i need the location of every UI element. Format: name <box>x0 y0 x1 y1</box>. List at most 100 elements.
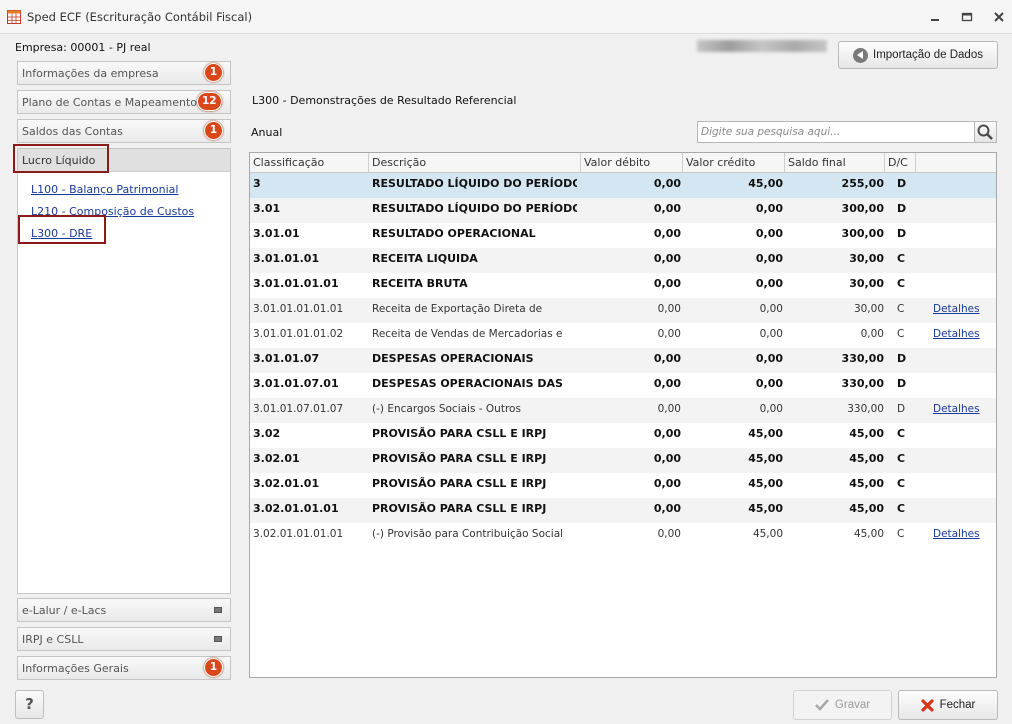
cell-classification: 3.01.01.01.01 <box>253 277 339 290</box>
cell-final-balance: 45,00 <box>849 477 884 490</box>
cell-classification: 3.02 <box>253 427 281 440</box>
cell-classification: 3.01.01.07.01.07 <box>253 403 344 415</box>
column-header-final-balance[interactable]: Saldo final <box>785 153 885 173</box>
cell-description: DESPESAS OPERACIONAIS <box>372 352 534 365</box>
cell-dc: C <box>897 252 906 265</box>
notification-badge: 12 <box>197 92 222 111</box>
cell-classification: 3.01.01.01 <box>253 252 320 265</box>
cell-credit: 45,00 <box>752 528 783 540</box>
table-row[interactable]: 3.02.01 PROVISÃO PARA CSLL E IRPJ 0,00 45,0… <box>250 448 996 473</box>
cell-debit: 0,00 <box>653 452 681 465</box>
link-l100[interactable]: L100 - Balanço Patrimonial <box>31 183 178 196</box>
details-link <box>933 473 993 498</box>
cell-dc: C <box>897 477 906 490</box>
cell-classification: 3.02.01 <box>253 452 300 465</box>
table-row[interactable]: 3.01.01.07.01.07 (-) Encargos Sociais - O… <box>250 398 996 423</box>
cell-credit: 0,00 <box>755 277 783 290</box>
nav-chart-of-accounts[interactable]: Plano de Contas e Mapeamento 12 <box>17 90 231 114</box>
nav-irpj-csll[interactable]: IRPJ e CSLL <box>17 627 231 651</box>
table-row[interactable]: 3.01.01.01.01.01 Receita de Exportação Di… <box>250 298 996 323</box>
column-header-description[interactable]: Descrição <box>369 153 581 173</box>
details-link <box>933 448 993 473</box>
details-link[interactable]: Detalhes <box>933 323 993 348</box>
table-row[interactable]: 3.01.01.01 RECEITA LIQUIDA 0,00 0,00 30,00 C <box>250 248 996 273</box>
notification-badge: 1 <box>204 121 223 140</box>
minimize-icon[interactable] <box>926 9 944 25</box>
notification-badge: 1 <box>204 658 223 677</box>
table-row[interactable]: 3.02 PROVISÃO PARA CSLL E IRPJ 0,00 45,00 45… <box>250 423 996 448</box>
cell-debit: 0,00 <box>653 177 681 190</box>
details-link <box>933 373 993 398</box>
cell-credit: 45,00 <box>748 177 783 190</box>
nav-account-balances[interactable]: Saldos das Contas 1 <box>17 119 231 143</box>
details-link <box>933 348 993 373</box>
table-row[interactable]: 3.01.01 RESULTADO OPERACIONAL 0,00 0,00 300,… <box>250 223 996 248</box>
cell-dc: D <box>897 403 906 415</box>
cell-final-balance: 30,00 <box>849 277 884 290</box>
cell-description: (-) Provisão para Contribuição Social <box>372 528 564 540</box>
details-link[interactable]: Detalhes <box>933 523 993 548</box>
highlight-frame-l300 <box>18 215 106 244</box>
nav-elalur[interactable]: e-Lalur / e-Lacs <box>17 598 231 622</box>
details-link <box>933 173 993 198</box>
cell-final-balance: 45,00 <box>853 528 884 540</box>
import-data-button[interactable]: Importação de Dados <box>838 41 998 69</box>
cell-final-balance: 300,00 <box>841 202 884 215</box>
table-row[interactable]: 3.02.01.01 PROVISÃO PARA CSLL E IRPJ 0,00 4… <box>250 473 996 498</box>
table-row[interactable]: 3.01.01.01.01 RECEITA BRUTA 0,00 0,00 30,00 C <box>250 273 996 298</box>
cell-credit: 45,00 <box>748 502 783 515</box>
table-header: Classificação Descrição Valor débito Val… <box>250 153 996 173</box>
cell-dc: C <box>897 502 906 515</box>
table-row[interactable]: 3.02.01.01.01 PROVISÃO PARA CSLL E IRPJ 0,… <box>250 498 996 523</box>
save-button[interactable]: Gravar <box>793 690 892 720</box>
details-link <box>933 423 993 448</box>
cell-final-balance: 330,00 <box>841 377 884 390</box>
column-header-dc[interactable]: D/C <box>885 153 916 173</box>
cell-final-balance: 0,00 <box>860 328 884 340</box>
details-link[interactable]: Detalhes <box>933 398 993 423</box>
cell-debit: 0,00 <box>653 202 681 215</box>
table-row[interactable]: 3.01.01.07 DESPESAS OPERACIONAIS 0,00 0,00 3… <box>250 348 996 373</box>
cell-dc: C <box>897 303 905 315</box>
close-icon[interactable] <box>990 9 1008 25</box>
table-row[interactable]: 3.01 RESULTADO LÍQUIDO DO PERÍODO 0,00 0,00… <box>250 198 996 223</box>
column-header-debit[interactable]: Valor débito <box>581 153 683 173</box>
column-header-classification[interactable]: Classificação <box>250 153 369 173</box>
table-row[interactable]: 3.02.01.01.01.01 (-) Provisão para Contri… <box>250 523 996 548</box>
details-link <box>933 198 993 223</box>
cell-debit: 0,00 <box>653 377 681 390</box>
restore-icon[interactable] <box>958 9 976 25</box>
cell-dc: D <box>897 227 907 240</box>
cell-credit: 0,00 <box>755 377 783 390</box>
table-row[interactable]: 3.01.01.07.01 DESPESAS OPERACIONAIS DAS 0,… <box>250 373 996 398</box>
cell-credit: 0,00 <box>755 352 783 365</box>
cell-classification: 3.01 <box>253 202 281 215</box>
column-header-credit[interactable]: Valor crédito <box>683 153 785 173</box>
table-row[interactable]: 3.01.01.01.01.02 Receita de Vendas de Mer… <box>250 323 996 348</box>
cell-final-balance: 30,00 <box>849 252 884 265</box>
cell-final-balance: 255,00 <box>841 177 884 190</box>
nav-item-label: Plano de Contas e Mapeamento <box>22 96 198 109</box>
search-input[interactable] <box>697 121 975 143</box>
cell-credit: 0,00 <box>759 303 783 315</box>
cell-dc: C <box>897 277 906 290</box>
cell-credit: 0,00 <box>755 252 783 265</box>
nav-item-label: IRPJ e CSLL <box>22 633 84 646</box>
close-button[interactable]: Fechar <box>898 690 998 720</box>
cell-debit: 0,00 <box>653 427 681 440</box>
search-button[interactable] <box>975 121 997 143</box>
nav-company-info[interactable]: Informações da empresa 1 <box>17 61 231 85</box>
redacted-cnpj <box>697 40 827 52</box>
cell-final-balance: 45,00 <box>849 452 884 465</box>
cell-description: PROVISÃO PARA CSLL E IRPJ <box>372 452 547 465</box>
details-link[interactable]: Detalhes <box>933 298 993 323</box>
nav-general-info[interactable]: Informações Gerais 1 <box>17 656 231 680</box>
cell-description: PROVISÃO PARA CSLL E IRPJ <box>372 502 547 515</box>
cell-final-balance: 45,00 <box>849 427 884 440</box>
table-row[interactable]: 3 RESULTADO LÍQUIDO DO PERÍODO 0,00 45,00 25… <box>250 173 996 198</box>
cell-description: RESULTADO LÍQUIDO DO PERÍODO <box>372 202 577 215</box>
details-link <box>933 273 993 298</box>
help-button[interactable]: ? <box>15 690 44 719</box>
page-title: L300 - Demonstrações de Resultado Refere… <box>252 94 517 107</box>
cell-debit: 0,00 <box>653 277 681 290</box>
